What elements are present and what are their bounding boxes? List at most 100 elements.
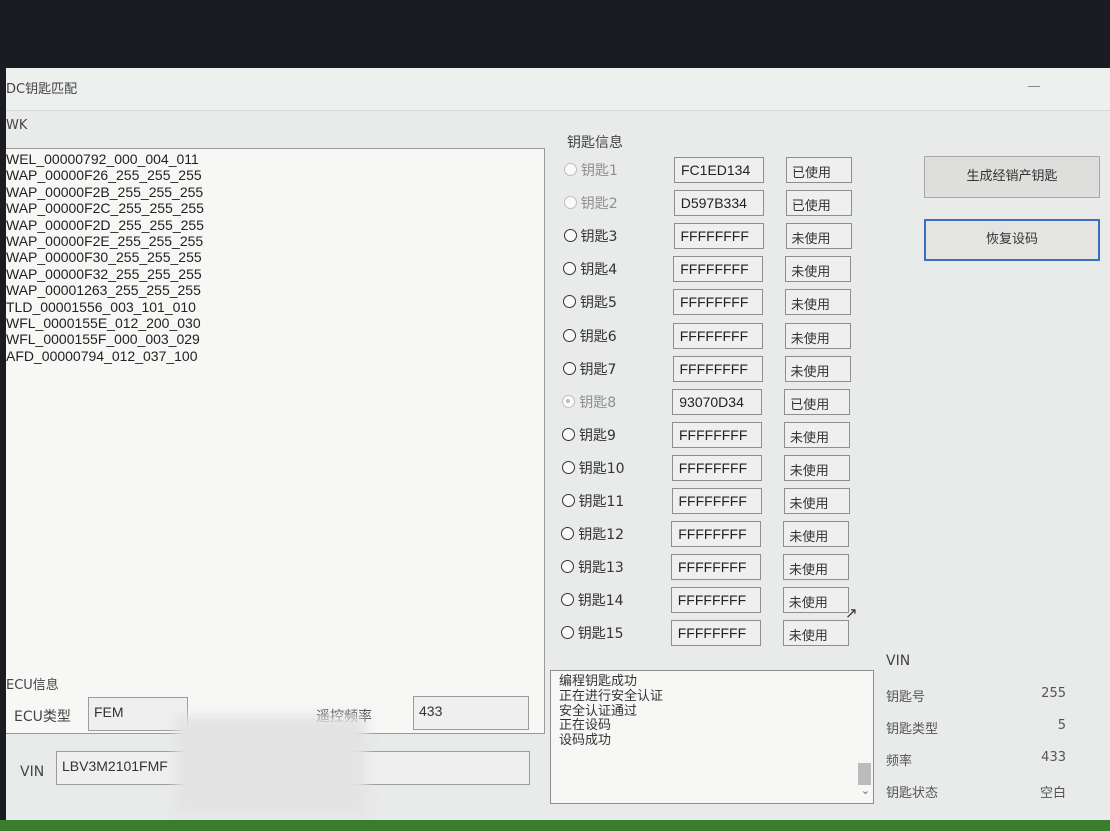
key-row: 钥匙7 FFFFFFFF 未使用 <box>562 355 863 386</box>
key-radio-button[interactable] <box>562 328 576 342</box>
log-lines: 编程钥匙成功 正在进行安全认证 安全认证通过 正在设码 设码成功 <box>551 671 873 749</box>
key-status-field: 未使用 <box>782 620 849 647</box>
key-code-field[interactable]: FFFFFFFF <box>673 289 763 316</box>
key-code-field[interactable]: FFFFFFFF <box>671 554 761 581</box>
key-label: 钥匙7 <box>579 361 617 378</box>
key-info-label: 钥匙信息 <box>567 135 623 151</box>
remote-freq-field[interactable]: 433 <box>413 696 529 730</box>
list-item[interactable]: WFL_0000155E_012_200_030 <box>6 315 544 331</box>
minimize-icon[interactable] <box>1028 86 1040 87</box>
key-status-field: 已使用 <box>785 190 852 217</box>
key-status-field: 未使用 <box>784 355 851 382</box>
list-item[interactable]: WAP_00000F2D_255_255_255 <box>6 217 544 233</box>
key-label: 钥匙14 <box>577 593 624 610</box>
key-label: 钥匙15 <box>577 626 624 643</box>
redaction-blur <box>176 716 366 814</box>
vin-info-label: 钥匙号 <box>886 690 926 705</box>
list-item[interactable]: WAP_00000F2C_255_255_255 <box>6 200 544 216</box>
key-row: 钥匙6 FFFFFFFF 未使用 <box>562 322 863 353</box>
key-label: 钥匙4 <box>580 262 618 279</box>
log-line: 正在进行安全认证 <box>559 688 664 704</box>
key-radio-button <box>563 196 577 210</box>
key-radio-button[interactable] <box>561 527 575 541</box>
window-title: DC钥匙匹配 <box>6 82 78 97</box>
wk-listbox[interactable]: WEL_00000792_000_004_011 WAP_00000F26_255… <box>6 148 545 734</box>
vin-info-row: 频率 433 <box>886 750 1066 770</box>
key-status-field: 未使用 <box>782 587 849 614</box>
key-radio-button[interactable] <box>563 295 576 309</box>
key-status-field: 未使用 <box>783 454 850 481</box>
key-radio-button[interactable] <box>562 427 575 441</box>
key-label: 钥匙13 <box>578 560 624 577</box>
key-row: 钥匙2 D597B334 已使用 <box>563 190 864 220</box>
key-row: 钥匙15 FFFFFFFF 未使用 <box>560 620 861 650</box>
key-row: 钥匙13 FFFFFFFF 未使用 <box>561 554 861 584</box>
list-item[interactable]: WAP_00000F30_255_255_255 <box>6 249 544 265</box>
log-line: 安全认证通过 <box>559 703 638 719</box>
key-label: 钥匙9 <box>579 427 616 444</box>
key-radio-button[interactable] <box>561 560 574 574</box>
key-row: 钥匙3 FFFFFFFF 未使用 <box>563 223 864 253</box>
list-item[interactable]: WAP_00000F26_255_255_255 <box>6 167 544 183</box>
key-status-field: 未使用 <box>785 289 851 316</box>
ecu-group-label: ECU信息 <box>6 678 59 693</box>
key-row: 钥匙10 FFFFFFFF 未使用 <box>561 454 862 485</box>
key-radio-button[interactable] <box>561 494 575 507</box>
vin-info-label: 钥匙状态 <box>886 786 939 801</box>
key-label: 钥匙6 <box>579 328 617 345</box>
key-label: 钥匙12 <box>578 527 625 544</box>
key-row: 钥匙11 FFFFFFFF 未使用 <box>561 488 862 518</box>
key-code-field[interactable]: FFFFFFFF <box>671 454 762 481</box>
key-row: 钥匙14 FFFFFFFF 未使用 <box>560 587 861 617</box>
generate-dealer-key-button[interactable]: 生成经销产钥匙 <box>924 156 1100 198</box>
vin-info-row: 钥匙状态 空白 <box>886 782 1066 802</box>
key-code-field[interactable]: FFFFFFFF <box>672 355 763 382</box>
vin-panel-title: VIN <box>886 653 911 669</box>
title-bar: DC钥匙匹配 <box>6 68 1110 111</box>
key-label: 钥匙1 <box>581 163 618 179</box>
key-radio-button <box>564 163 577 176</box>
log-scrollbar-thumb[interactable] <box>858 763 871 785</box>
ecu-type-field[interactable]: FEM <box>88 697 188 731</box>
key-status-field: 已使用 <box>786 157 852 183</box>
mouse-cursor-icon: ↗ <box>845 604 858 622</box>
key-radio-button[interactable] <box>563 229 577 243</box>
key-code-field[interactable]: FFFFFFFF <box>672 322 763 349</box>
list-item[interactable]: WAP_00000F2E_255_255_255 <box>6 233 544 249</box>
key-code-field[interactable]: 93070D34 <box>672 388 763 415</box>
wk-group-label: WK <box>6 118 28 133</box>
list-item[interactable]: WAP_00000F2B_255_255_255 <box>6 184 544 200</box>
list-item[interactable]: WAP_00001263_255_255_255 <box>6 282 544 298</box>
key-status-field: 未使用 <box>785 223 852 250</box>
key-row: 钥匙12 FFFFFFFF 未使用 <box>561 521 861 551</box>
key-code-field[interactable]: FFFFFFFF <box>671 521 762 548</box>
key-radio-button[interactable] <box>561 460 575 474</box>
vin-info-value: 空白 <box>1039 786 1066 801</box>
key-code-field[interactable]: FC1ED134 <box>674 157 764 183</box>
key-code-field[interactable]: FFFFFFFF <box>673 256 764 283</box>
key-code-field[interactable]: FFFFFFFF <box>673 223 764 250</box>
list-item[interactable]: WFL_0000155F_000_003_029 <box>6 331 544 347</box>
key-status-field: 未使用 <box>783 488 850 514</box>
key-radio-button[interactable] <box>562 361 576 375</box>
scroll-down-icon[interactable]: ⌄ <box>861 784 870 797</box>
key-code-field[interactable]: D597B334 <box>673 190 764 217</box>
list-item[interactable]: WEL_00000792_000_004_011 <box>6 151 544 167</box>
key-radio-button <box>562 394 576 408</box>
key-status-field: 未使用 <box>784 322 851 349</box>
list-item[interactable]: AFD_00000794_012_037_100 <box>6 348 544 364</box>
restore-coding-button[interactable]: 恢复设码 <box>924 219 1100 261</box>
key-code-field[interactable]: FFFFFFFF <box>670 620 761 647</box>
key-code-field[interactable]: FFFFFFFF <box>672 421 762 448</box>
list-item[interactable]: TLD_00001556_003_101_010 <box>6 299 544 315</box>
list-item[interactable]: WAP_00000F32_255_255_255 <box>6 266 544 282</box>
key-radio-button[interactable] <box>560 626 574 640</box>
log-textbox[interactable]: 编程钥匙成功 正在进行安全认证 安全认证通过 正在设码 设码成功 ⌄ <box>550 670 874 804</box>
key-row: 钥匙9 FFFFFFFF 未使用 <box>562 421 862 452</box>
key-code-field[interactable]: FFFFFFFF <box>671 488 762 514</box>
key-radio-button[interactable] <box>560 593 574 607</box>
key-row: 钥匙8 93070D34 已使用 <box>562 388 862 419</box>
key-radio-button[interactable] <box>563 262 577 276</box>
log-line: 编程钥匙成功 <box>559 674 638 689</box>
key-code-field[interactable]: FFFFFFFF <box>670 587 761 614</box>
